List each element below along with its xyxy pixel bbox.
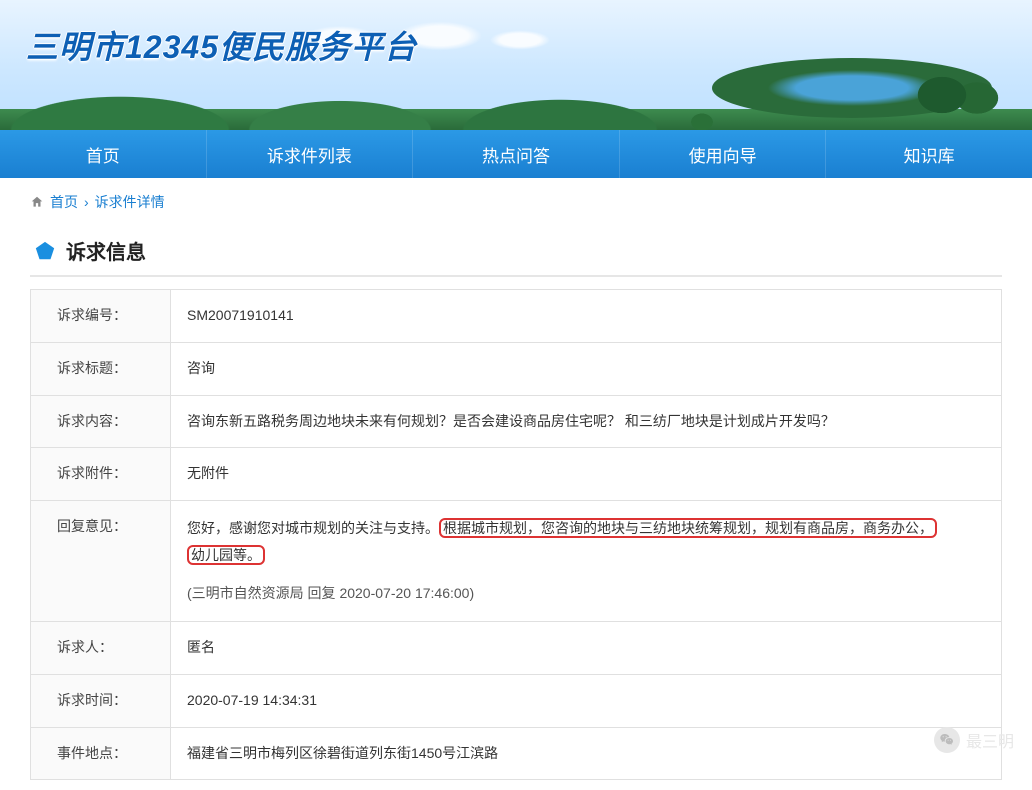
value-person: 匿名 xyxy=(171,621,1002,674)
pentagon-badge-icon xyxy=(34,240,56,262)
reply-text-head: 您好，感谢您对城市规划的关注与支持。 xyxy=(187,520,439,536)
home-icon xyxy=(30,194,44,210)
reply-meta: (三明市自然资源局 回复 2020-07-20 17:46:00) xyxy=(187,580,985,607)
value-time: 2020-07-19 14:34:31 xyxy=(171,674,1002,727)
nav-home[interactable]: 首页 xyxy=(0,130,207,178)
reply-text-highlight-2: 幼儿园等。 xyxy=(187,545,265,565)
info-table: 诉求编号： SM20071910141 诉求标题： 咨询 诉求内容： 咨询东新五… xyxy=(30,289,1002,780)
nav-faq[interactable]: 热点问答 xyxy=(413,130,620,178)
value-id: SM20071910141 xyxy=(171,290,1002,343)
value-content: 咨询东新五路税务周边地块未来有何规划？是否会建设商品房住宅呢？ 和三纺厂地块是计… xyxy=(171,395,1002,448)
label-id: 诉求编号： xyxy=(31,290,171,343)
value-title: 咨询 xyxy=(171,342,1002,395)
main-nav: 首页 诉求件列表 热点问答 使用向导 知识库 xyxy=(0,130,1032,178)
breadcrumb-current[interactable]: 诉求件详情 xyxy=(95,192,165,212)
row-time: 诉求时间： 2020-07-19 14:34:31 xyxy=(31,674,1002,727)
label-location: 事件地点： xyxy=(31,727,171,780)
breadcrumb-sep-icon: › xyxy=(84,194,89,210)
header-banner: 三明市12345便民服务平台 xyxy=(0,0,1032,130)
watermark-text: 最三明 xyxy=(966,728,1014,752)
content-panel: 首页 › 诉求件详情 诉求信息 诉求编号： SM20071910141 诉求标题… xyxy=(0,178,1032,790)
breadcrumb: 首页 › 诉求件详情 xyxy=(0,178,1032,222)
site-title: 三明市12345便民服务平台 xyxy=(26,22,417,68)
row-person: 诉求人： 匿名 xyxy=(31,621,1002,674)
request-info-section: 诉求信息 诉求编号： SM20071910141 诉求标题： 咨询 诉求内容： … xyxy=(0,222,1032,780)
wechat-icon xyxy=(934,727,960,753)
breadcrumb-home[interactable]: 首页 xyxy=(50,192,78,212)
label-reply: 回复意见： xyxy=(31,501,171,622)
label-title: 诉求标题： xyxy=(31,342,171,395)
row-reply: 回复意见： 您好，感谢您对城市规划的关注与支持。根据城市规划，您咨询的地块与三纺… xyxy=(31,501,1002,622)
section-header: 诉求信息 xyxy=(30,222,1002,277)
nav-guide[interactable]: 使用向导 xyxy=(620,130,827,178)
trees-deco xyxy=(682,40,1002,130)
label-time: 诉求时间： xyxy=(31,674,171,727)
row-location: 事件地点： 福建省三明市梅列区徐碧街道列东街1450号江滨路 xyxy=(31,727,1002,780)
row-title: 诉求标题： 咨询 xyxy=(31,342,1002,395)
row-id: 诉求编号： SM20071910141 xyxy=(31,290,1002,343)
watermark: 最三明 xyxy=(934,727,1014,753)
value-location: 福建省三明市梅列区徐碧街道列东街1450号江滨路 xyxy=(171,727,1002,780)
label-content: 诉求内容： xyxy=(31,395,171,448)
reply-text-highlight-1: 根据城市规划，您咨询的地块与三纺地块统筹规划，规划有商品房，商务办公， xyxy=(439,518,937,538)
label-attachment: 诉求附件： xyxy=(31,448,171,501)
label-person: 诉求人： xyxy=(31,621,171,674)
value-reply: 您好，感谢您对城市规划的关注与支持。根据城市规划，您咨询的地块与三纺地块统筹规划… xyxy=(171,501,1002,622)
nav-list[interactable]: 诉求件列表 xyxy=(207,130,414,178)
section-title: 诉求信息 xyxy=(66,236,146,265)
nav-kb[interactable]: 知识库 xyxy=(826,130,1032,178)
row-content: 诉求内容： 咨询东新五路税务周边地块未来有何规划？是否会建设商品房住宅呢？ 和三… xyxy=(31,395,1002,448)
value-attachment: 无附件 xyxy=(171,448,1002,501)
row-attachment: 诉求附件： 无附件 xyxy=(31,448,1002,501)
